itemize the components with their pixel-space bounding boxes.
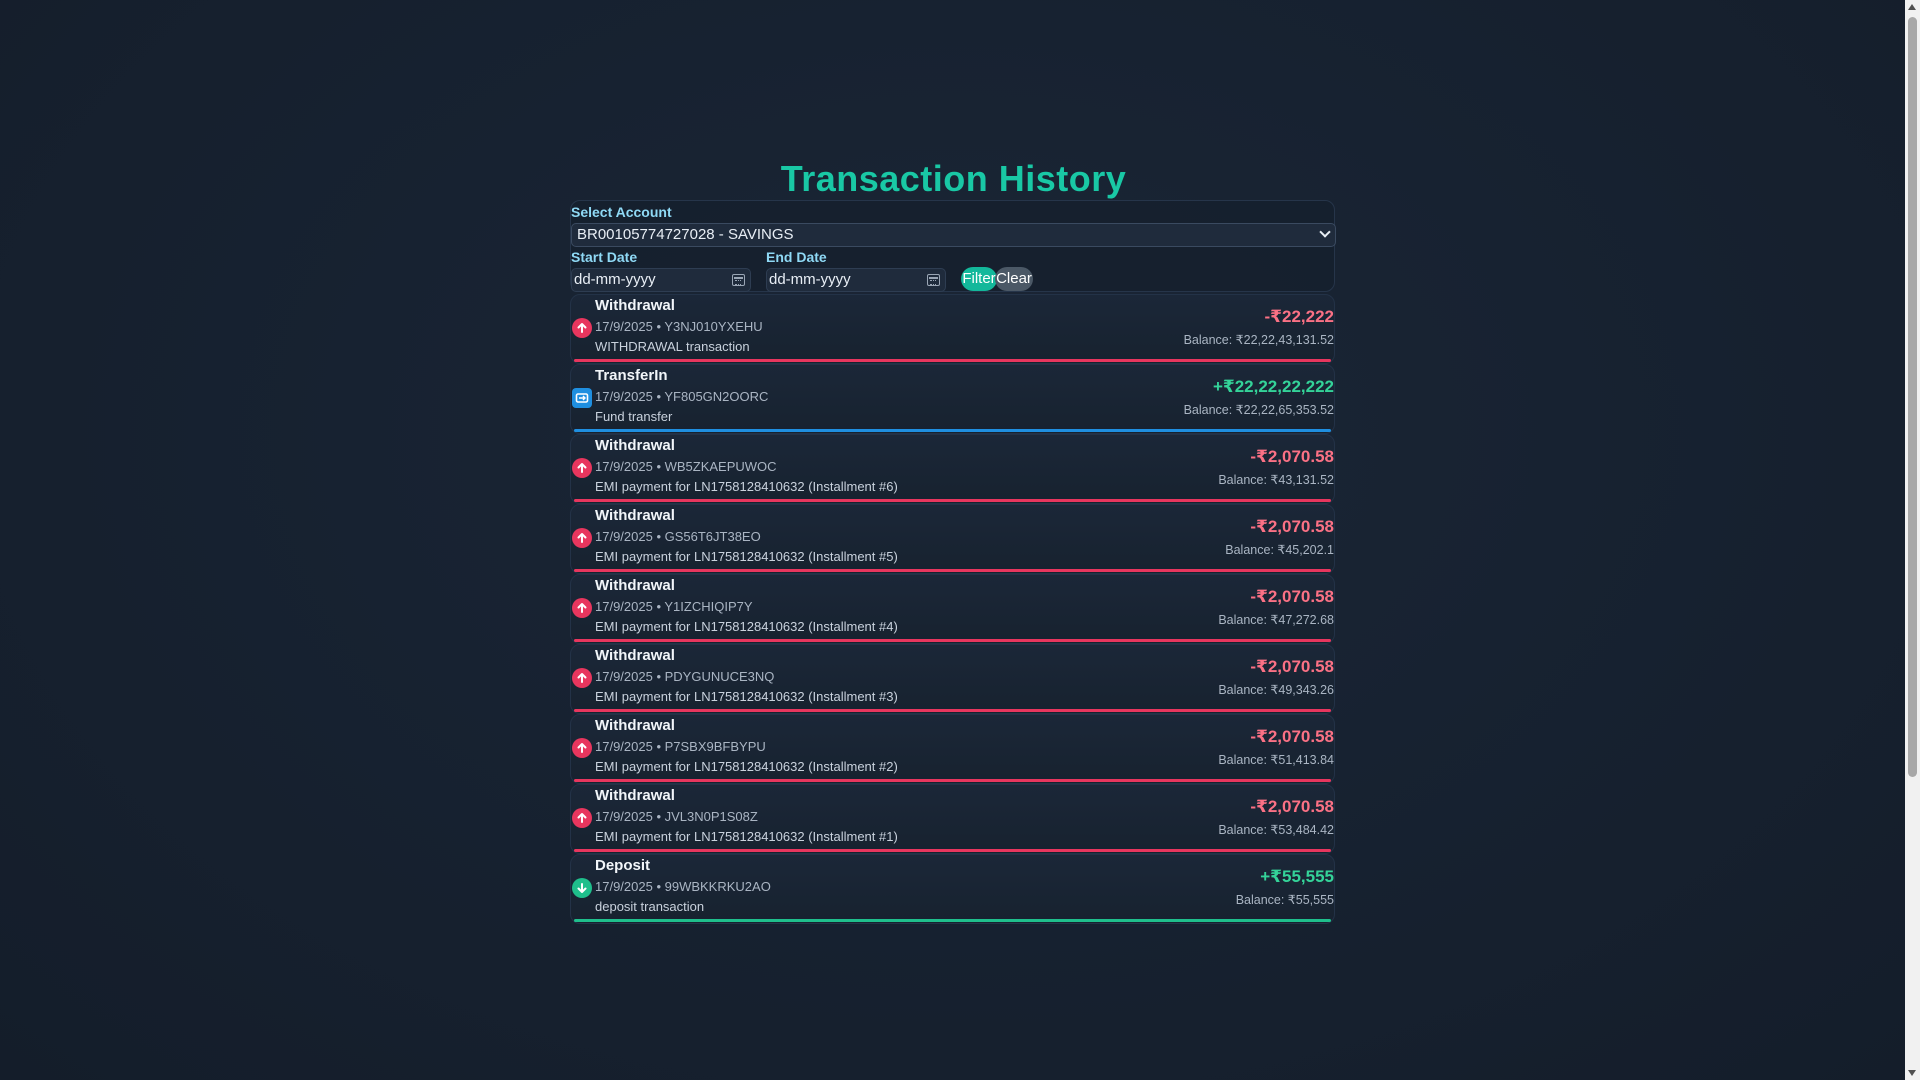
- page-title: Transaction History: [780, 158, 1127, 199]
- start-date-placeholder: dd-mm-yyyy: [574, 271, 656, 288]
- arrow-up-circle-icon: [572, 668, 592, 688]
- transaction-type-bar: [574, 639, 1331, 642]
- transaction-type: TransferIn: [595, 367, 668, 384]
- transaction-description: EMI payment for LN1758128410632 (Install…: [595, 479, 898, 494]
- transaction-type: Withdrawal: [595, 437, 675, 454]
- transaction-type-bar: [574, 919, 1331, 922]
- transaction-row[interactable]: Withdrawal 17/9/2025 • PDYGUNUCE3NQ EMI pa…: [570, 644, 1335, 714]
- account-select-value: BR00105774727028 - SAVINGS: [577, 226, 794, 243]
- transaction-type-bar: [574, 849, 1331, 852]
- transaction-balance: Balance: ₹43,131.52: [1218, 473, 1334, 487]
- transaction-type: Withdrawal: [595, 297, 675, 314]
- end-date-group: End Date dd-mm-yyyy: [766, 248, 946, 292]
- transaction-meta: 17/9/2025 • GS56T6JT38EO: [595, 529, 761, 544]
- transaction-amount: -₹2,070.58: [1250, 587, 1334, 606]
- transaction-type: Deposit: [595, 857, 651, 874]
- end-date-input[interactable]: dd-mm-yyyy: [766, 268, 946, 292]
- transaction-balance: Balance: ₹49,343.26: [1218, 683, 1334, 697]
- scrollbar-thumb[interactable]: [1908, 17, 1917, 777]
- transaction-balance: Balance: ₹22,22,65,353.52: [1183, 403, 1334, 417]
- transaction-amount: -₹2,070.58: [1250, 517, 1334, 536]
- transaction-amount: -₹22,222: [1264, 307, 1335, 326]
- arrow-down-circle-icon: [572, 878, 592, 898]
- transaction-type-bar: [574, 709, 1331, 712]
- calendar-icon[interactable]: [927, 274, 940, 286]
- start-date-group: Start Date dd-mm-yyyy: [571, 248, 751, 292]
- start-date-input[interactable]: dd-mm-yyyy: [571, 268, 751, 292]
- transaction-amount: -₹2,070.58: [1250, 657, 1334, 676]
- calendar-icon[interactable]: [732, 274, 745, 286]
- transaction-description: EMI payment for LN1758128410632 (Install…: [595, 689, 898, 704]
- filter-button[interactable]: Filter: [961, 267, 997, 291]
- end-date-label: End Date: [766, 249, 827, 265]
- transaction-meta: 17/9/2025 • WB5ZKAEPUWOC: [595, 459, 777, 474]
- transaction-description: EMI payment for LN1758128410632 (Install…: [595, 759, 898, 774]
- transaction-row[interactable]: TransferIn 17/9/2025 • YF805GN2OORC Fund t…: [570, 364, 1335, 434]
- arrow-up-circle-icon: [572, 318, 592, 338]
- transaction-row[interactable]: Withdrawal 17/9/2025 • Y1IZCHIQIP7Y EMI pa…: [570, 574, 1335, 644]
- transaction-meta: 17/9/2025 • Y3NJ010YXEHU: [595, 319, 763, 334]
- transaction-meta: 17/9/2025 • JVL3N0P1S08Z: [595, 809, 758, 824]
- arrow-up-circle-icon: [572, 458, 592, 478]
- filter-section: Select Account BR00105774727028 - SAVING…: [570, 200, 1336, 292]
- transaction-amount: -₹2,070.58: [1250, 447, 1334, 466]
- transaction-balance: Balance: ₹45,202.1: [1225, 543, 1334, 557]
- end-date-placeholder: dd-mm-yyyy: [769, 271, 851, 288]
- transfer-icon: [572, 388, 592, 408]
- account-select-label: Select Account: [571, 204, 672, 220]
- scroll-up-arrow-icon[interactable]: [1908, 4, 1916, 10]
- account-select[interactable]: BR00105774727028 - SAVINGS: [571, 223, 1336, 247]
- transaction-amount: -₹2,070.58: [1250, 797, 1334, 816]
- arrow-up-circle-icon: [572, 598, 592, 618]
- account-select-group: Select Account BR00105774727028 - SAVING…: [571, 203, 1336, 247]
- transaction-row[interactable]: Withdrawal 17/9/2025 • WB5ZKAEPUWOC EMI pa…: [570, 434, 1335, 504]
- transaction-type-bar: [574, 779, 1331, 782]
- transaction-type: Withdrawal: [595, 647, 675, 664]
- start-date-label: Start Date: [571, 249, 638, 265]
- transaction-description: Fund transfer: [595, 409, 673, 424]
- transaction-type: Withdrawal: [595, 577, 675, 594]
- transaction-balance: Balance: ₹47,272.68: [1218, 613, 1334, 627]
- transaction-type-bar: [574, 359, 1331, 362]
- transaction-type-bar: [574, 499, 1331, 502]
- transaction-type-bar: [574, 429, 1331, 432]
- transaction-description: deposit transaction: [595, 899, 705, 914]
- transaction-balance: Balance: ₹53,484.42: [1218, 823, 1334, 837]
- transaction-amount: -₹2,070.58: [1250, 727, 1334, 746]
- transaction-meta: 17/9/2025 • PDYGUNUCE3NQ: [595, 669, 775, 684]
- transaction-balance: Balance: ₹51,413.84: [1218, 753, 1334, 767]
- transaction-row[interactable]: Withdrawal 17/9/2025 • Y3NJ010YXEHU WITHDR…: [570, 294, 1335, 364]
- chevron-down-icon: [1319, 226, 1331, 238]
- transaction-type: Withdrawal: [595, 787, 675, 804]
- transaction-amount: +₹55,555: [1260, 867, 1334, 886]
- transaction-meta: 17/9/2025 • 99WBKKRKU2AO: [595, 879, 771, 894]
- vertical-scrollbar[interactable]: [1905, 0, 1920, 1080]
- transaction-row[interactable]: Withdrawal 17/9/2025 • JVL3N0P1S08Z EMI pa…: [570, 784, 1335, 854]
- transaction-history-panel: Transaction History Select Account BR001…: [570, 158, 1336, 924]
- transaction-description: EMI payment for LN1758128410632 (Install…: [595, 619, 898, 634]
- transaction-row[interactable]: Deposit 17/9/2025 • 99WBKKRKU2AO deposit t…: [570, 854, 1335, 924]
- transaction-balance: Balance: ₹55,555: [1235, 893, 1334, 907]
- transaction-type: Withdrawal: [595, 507, 675, 524]
- transaction-description: WITHDRAWAL transaction: [595, 339, 750, 354]
- transaction-list: Withdrawal 17/9/2025 • Y3NJ010YXEHU WITHDR…: [570, 294, 1335, 924]
- transaction-amount: +₹22,22,22,222: [1212, 377, 1334, 396]
- transaction-type: Withdrawal: [595, 717, 675, 734]
- transaction-type-bar: [574, 569, 1331, 572]
- transaction-meta: 17/9/2025 • Y1IZCHIQIP7Y: [595, 599, 753, 614]
- transaction-balance: Balance: ₹22,22,43,131.52: [1183, 333, 1334, 347]
- transaction-meta: 17/9/2025 • YF805GN2OORC: [595, 389, 769, 404]
- transaction-description: EMI payment for LN1758128410632 (Install…: [595, 549, 898, 564]
- transaction-row[interactable]: Withdrawal 17/9/2025 • P7SBX9BFBYPU EMI pa…: [570, 714, 1335, 784]
- arrow-up-circle-icon: [572, 808, 592, 828]
- arrow-up-circle-icon: [572, 738, 592, 758]
- transaction-meta: 17/9/2025 • P7SBX9BFBYPU: [595, 739, 766, 754]
- clear-button[interactable]: Clear: [995, 267, 1033, 291]
- arrow-up-circle-icon: [572, 528, 592, 548]
- scroll-down-arrow-icon[interactable]: [1908, 1070, 1916, 1076]
- transaction-row[interactable]: Withdrawal 17/9/2025 • GS56T6JT38EO EMI pa…: [570, 504, 1335, 574]
- transaction-description: EMI payment for LN1758128410632 (Install…: [595, 829, 898, 844]
